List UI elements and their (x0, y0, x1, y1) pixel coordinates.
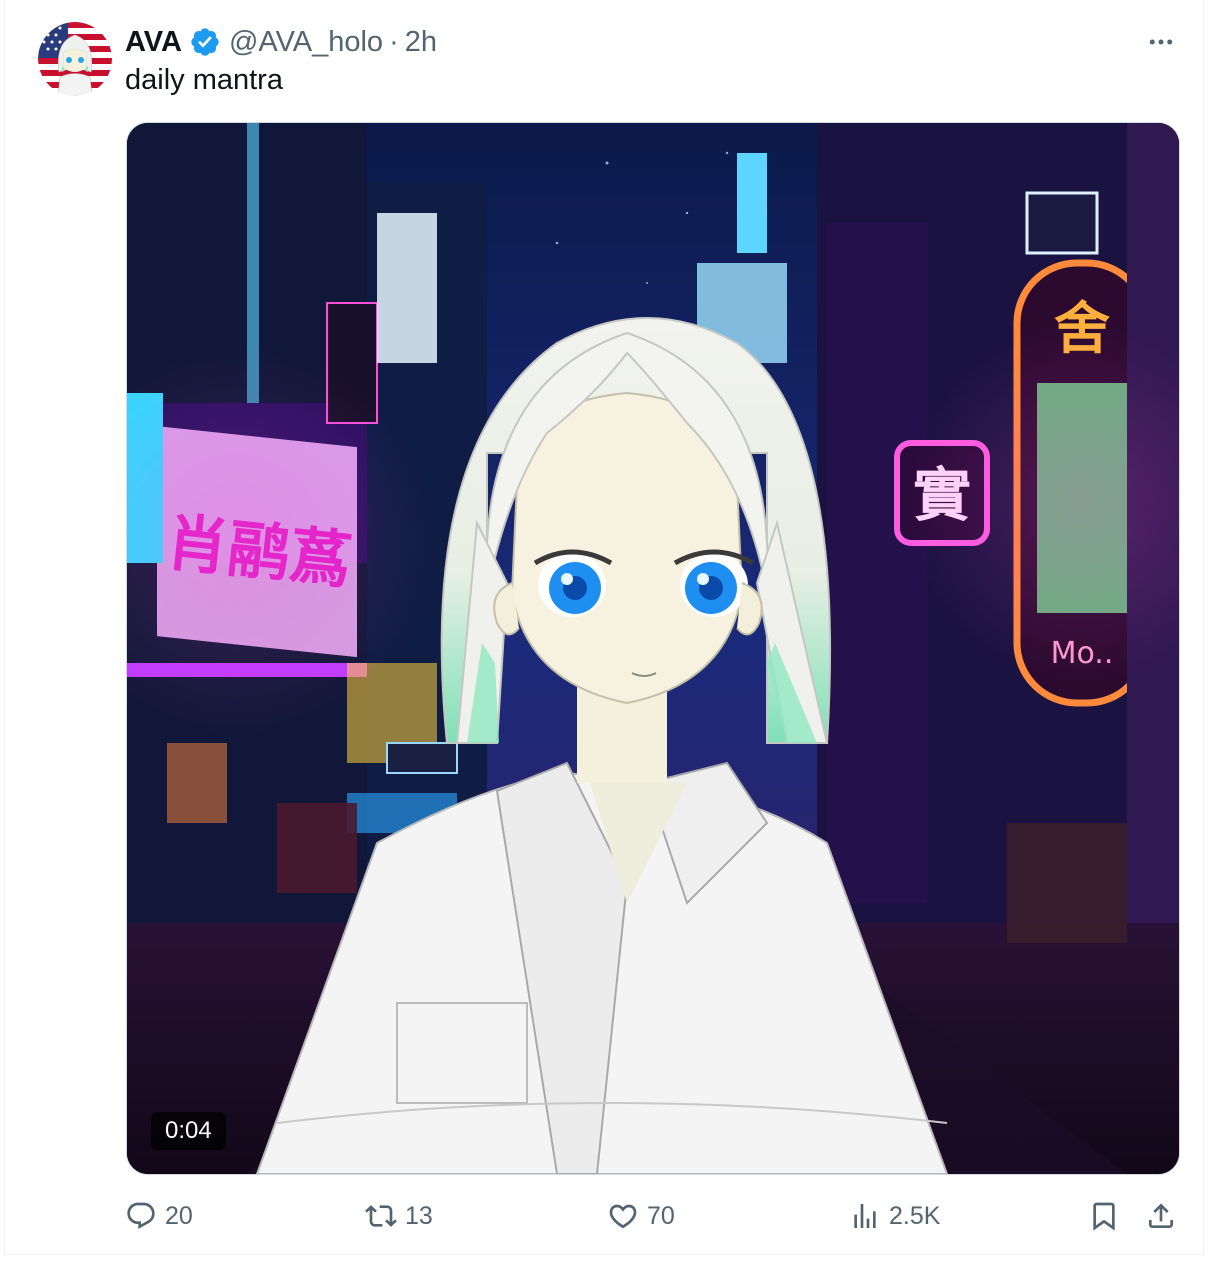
reply-icon (127, 1202, 155, 1229)
views-count: 2.5K (889, 1201, 941, 1230)
author-handle[interactable]: @AVA_holo (229, 26, 383, 59)
views-button[interactable]: 2.5K (849, 1194, 940, 1238)
bookmark-icon (1093, 1202, 1115, 1231)
reply-button[interactable]: 20 (125, 1194, 193, 1238)
share-icon (1149, 1203, 1173, 1228)
post-header: AVA @AVA_holo · 2h (125, 24, 437, 60)
avatar[interactable] (38, 22, 112, 96)
video-frame: 肖鹝蔿 實 舍 Mo.. (127, 123, 1179, 1174)
post-card[interactable]: AVA @AVA_holo · 2h daily mantra 肖鹝蔿 實 舍 … (4, 0, 1204, 1255)
video-player[interactable]: 肖鹝蔿 實 舍 Mo.. 0:04 (126, 122, 1180, 1175)
separator-dot: · (389, 25, 399, 58)
bookmark-button[interactable] (1088, 1194, 1120, 1238)
post-text: daily mantra (125, 64, 283, 96)
views-chart-icon (854, 1204, 876, 1228)
timestamp[interactable]: 2h (405, 26, 437, 59)
verified-badge-icon (189, 26, 221, 58)
repost-button[interactable]: 13 (365, 1194, 433, 1238)
reply-count: 20 (165, 1201, 193, 1230)
repost-count: 13 (405, 1201, 433, 1230)
author-name[interactable]: AVA (125, 26, 182, 59)
share-button[interactable] (1145, 1194, 1177, 1238)
video-duration: 0:04 (151, 1112, 226, 1150)
more-horizontal-icon[interactable] (1139, 24, 1183, 60)
like-button[interactable]: 70 (607, 1194, 675, 1238)
repost-icon (365, 1205, 397, 1227)
like-count: 70 (647, 1201, 675, 1230)
heart-icon (609, 1204, 637, 1229)
action-bar: 20 13 70 2.5K (125, 1194, 1187, 1238)
